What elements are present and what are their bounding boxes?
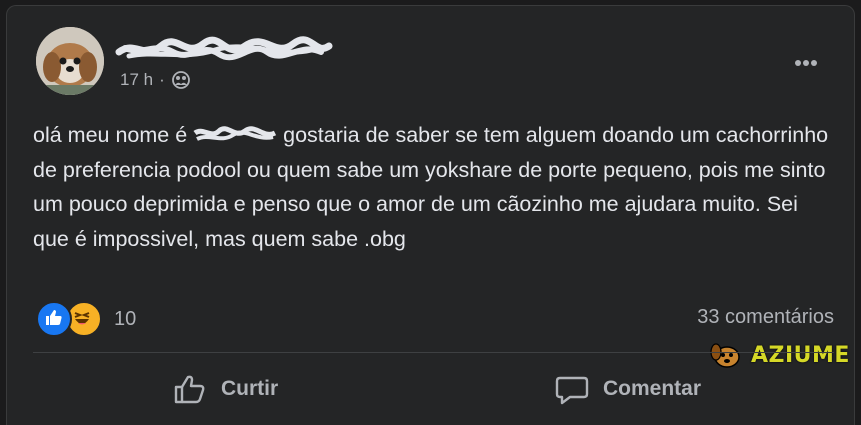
dot-icon <box>803 60 809 66</box>
like-button[interactable]: Curtir <box>173 373 278 405</box>
reaction-count: 10 <box>114 307 137 330</box>
comment-label: Comentar <box>603 377 702 400</box>
divider <box>33 352 834 353</box>
watermark-text: AZIUME <box>751 342 850 368</box>
like-label: Curtir <box>221 377 279 400</box>
scribble-redaction-icon <box>193 126 277 141</box>
watermark: AZIUME <box>707 340 850 370</box>
name-redaction <box>193 121 277 141</box>
comments-count-link[interactable]: 33 comentários <box>697 306 834 329</box>
post-card: 17 h · olá meu nome é gostaria de saber … <box>6 5 855 425</box>
post-text-part-1: olá meu nome é <box>33 123 194 147</box>
avatar[interactable] <box>36 27 104 95</box>
thumbs-up-icon <box>174 375 205 404</box>
meta-separator: · <box>159 70 165 89</box>
dot-icon <box>811 60 817 66</box>
dot-icon <box>795 60 801 66</box>
author-name-redaction[interactable] <box>115 34 333 64</box>
dog-avatar-image <box>36 27 104 95</box>
like-icon <box>36 301 72 337</box>
comment-bubble-icon <box>555 376 589 405</box>
dog-mascot-icon <box>710 343 740 368</box>
comment-button[interactable]: Comentar <box>555 373 701 405</box>
post-text: olá meu nome é gostaria de saber se tem … <box>33 118 833 256</box>
post-meta: 17 h · <box>120 70 191 90</box>
post-timestamp[interactable]: 17 h <box>120 70 153 90</box>
scribble-redaction-icon <box>115 36 333 61</box>
more-options-button[interactable] <box>794 48 818 70</box>
reactions-summary[interactable]: 10 <box>36 301 136 337</box>
friends-icon[interactable] <box>171 71 191 89</box>
